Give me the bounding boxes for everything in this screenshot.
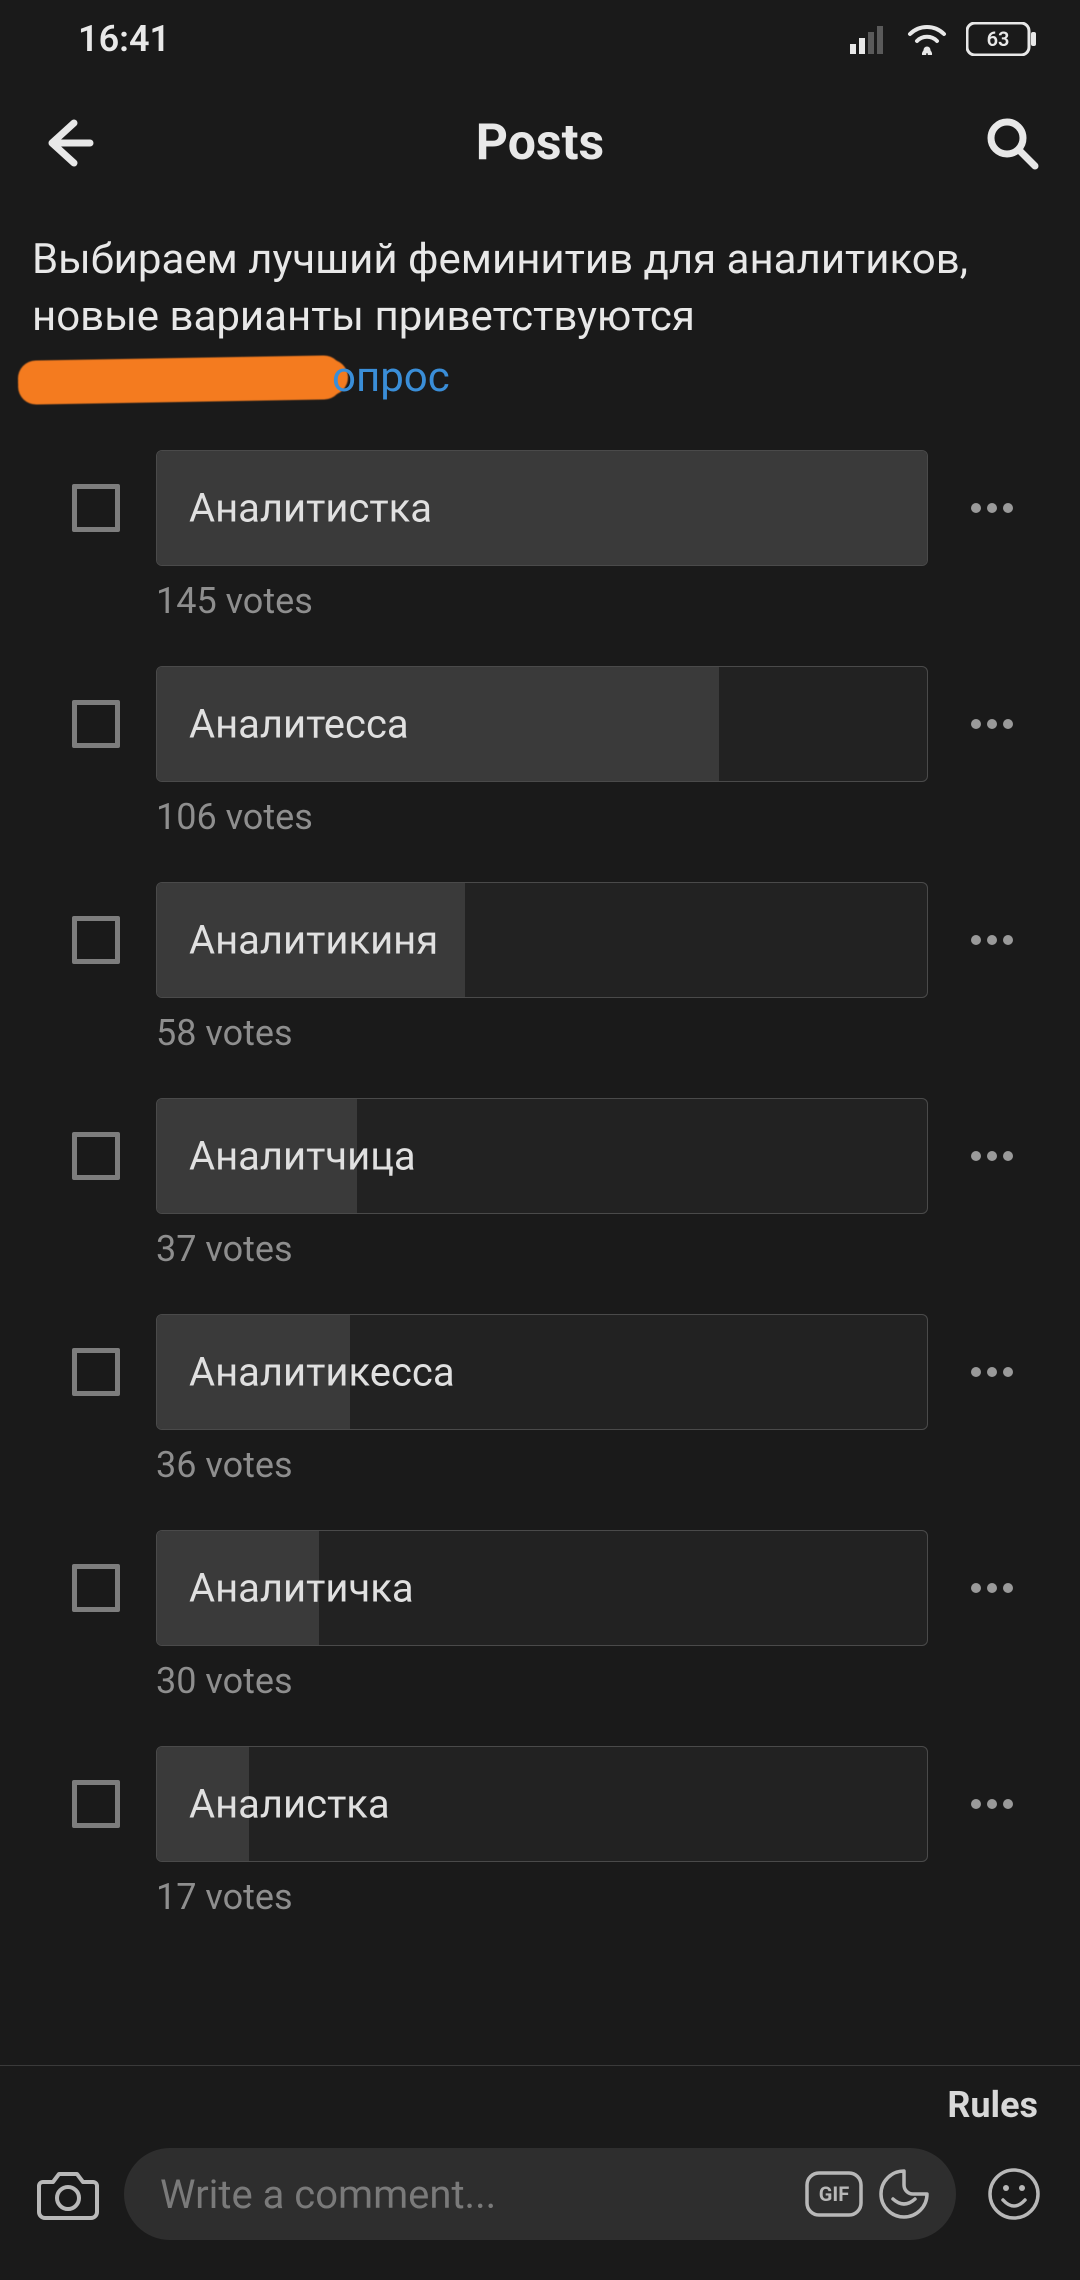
wifi-icon xyxy=(906,23,948,55)
poll-option-label: Аналитчица xyxy=(189,1133,416,1180)
search-icon xyxy=(985,116,1039,170)
sticker-icon xyxy=(877,2167,931,2221)
search-button[interactable] xyxy=(976,107,1048,179)
poll-checkbox[interactable] xyxy=(72,1348,120,1396)
status-bar: 16:41 63 xyxy=(0,0,1080,78)
poll-option: Аналитикиня xyxy=(72,882,1020,998)
camera-icon xyxy=(37,2168,99,2220)
poll-option-more[interactable] xyxy=(964,1151,1020,1161)
comment-placeholder: Write a comment... xyxy=(160,2171,794,2218)
poll-vote-count: 145 votes xyxy=(156,580,1020,622)
bottom-bar: Rules Write a comment... GIF xyxy=(0,2065,1080,2280)
poll-checkbox[interactable] xyxy=(72,1132,120,1180)
poll-bar[interactable]: Аналистка xyxy=(156,1746,928,1862)
status-time: 16:41 xyxy=(78,18,170,60)
post-text: Выбираем лучший феминитив для аналитиков… xyxy=(0,208,1080,345)
app-header: Posts xyxy=(0,78,1080,208)
poll-checkbox[interactable] xyxy=(72,1780,120,1828)
poll-option: Аналитикесса xyxy=(72,1314,1020,1430)
svg-text:GIF: GIF xyxy=(819,2182,849,2206)
poll-bar[interactable]: Аналитичка xyxy=(156,1530,928,1646)
poll-vote-count: 17 votes xyxy=(156,1876,1020,1918)
hashtag-row: опрос xyxy=(0,345,1080,440)
poll-bar[interactable]: Аналитесса xyxy=(156,666,928,782)
poll-option-label: Аналитистка xyxy=(189,485,432,532)
poll-checkbox[interactable] xyxy=(72,484,120,532)
poll-option-more[interactable] xyxy=(964,1583,1020,1593)
camera-button[interactable] xyxy=(36,2162,100,2226)
rules-link[interactable]: Rules xyxy=(0,2066,1080,2126)
poll-bar[interactable]: Аналитистка xyxy=(156,450,928,566)
page-title: Posts xyxy=(104,114,976,172)
gif-button[interactable]: GIF xyxy=(804,2164,864,2224)
back-button[interactable] xyxy=(32,107,104,179)
poll-checkbox[interactable] xyxy=(72,700,120,748)
poll-bar[interactable]: Аналитикесса xyxy=(156,1314,928,1430)
comment-input[interactable]: Write a comment... GIF xyxy=(124,2148,956,2240)
poll-checkbox[interactable] xyxy=(72,916,120,964)
poll-option-more[interactable] xyxy=(964,503,1020,513)
poll-option-more[interactable] xyxy=(964,719,1020,729)
poll-option-more[interactable] xyxy=(964,1367,1020,1377)
poll-vote-count: 30 votes xyxy=(156,1660,1020,1702)
poll-option: Аналитесса xyxy=(72,666,1020,782)
poll-vote-count: 37 votes xyxy=(156,1228,1020,1270)
gif-icon: GIF xyxy=(805,2171,863,2217)
emoji-icon xyxy=(986,2166,1042,2222)
poll-option-label: Аналистка xyxy=(189,1781,390,1828)
sticker-button[interactable] xyxy=(874,2164,934,2224)
poll-bar[interactable]: Аналитчица xyxy=(156,1098,928,1214)
poll-checkbox[interactable] xyxy=(72,1564,120,1612)
poll-option-label: Аналитикиня xyxy=(189,917,438,964)
poll-bar[interactable]: Аналитикиня xyxy=(156,882,928,998)
poll-option-label: Аналитичка xyxy=(189,1565,414,1612)
poll-option: Аналитистка xyxy=(72,450,1020,566)
poll-option-more[interactable] xyxy=(964,935,1020,945)
arrow-left-icon xyxy=(40,115,96,171)
poll-option-more[interactable] xyxy=(964,1799,1020,1809)
poll-option: Аналистка xyxy=(72,1746,1020,1862)
poll-vote-count: 36 votes xyxy=(156,1444,1020,1486)
svg-text:63: 63 xyxy=(987,27,1010,51)
emoji-button[interactable] xyxy=(984,2164,1044,2224)
poll-vote-count: 58 votes xyxy=(156,1012,1020,1054)
comment-row: Write a comment... GIF xyxy=(0,2126,1080,2280)
poll: Аналитистка 145 votes Аналитесса 106 vot… xyxy=(0,440,1080,1918)
status-right: 63 xyxy=(850,22,1038,56)
poll-option: Аналитичка xyxy=(72,1530,1020,1646)
poll-option: Аналитчица xyxy=(72,1098,1020,1214)
hashtag-link[interactable]: опрос xyxy=(332,353,450,402)
cellular-icon xyxy=(850,24,888,54)
poll-option-label: Аналитесса xyxy=(189,701,409,748)
battery-icon: 63 xyxy=(966,22,1038,56)
poll-option-label: Аналитикесса xyxy=(189,1349,455,1396)
poll-vote-count: 106 votes xyxy=(156,796,1020,838)
redacted-text xyxy=(32,356,332,404)
